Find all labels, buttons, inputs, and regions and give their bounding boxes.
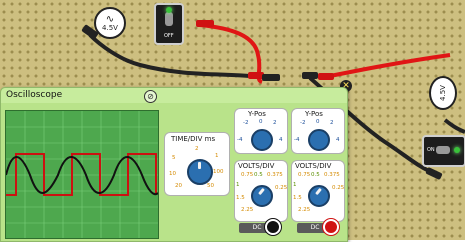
timebase-tick: 5	[172, 155, 176, 161]
ypos-tick: -2	[243, 120, 249, 126]
switch-2[interactable]: ON	[422, 135, 465, 167]
volts-right-label: VOLTS/DIV	[295, 162, 332, 170]
volts-tick: 0.25	[275, 185, 288, 191]
plug-black-3[interactable]	[302, 72, 318, 79]
timebase-knob[interactable]	[187, 159, 213, 185]
volts-right-knob[interactable]	[308, 185, 330, 207]
switch-2-led	[454, 147, 460, 153]
volts-tick: 2.25	[298, 207, 311, 213]
volts-tick: 0.375	[267, 172, 283, 178]
close-icon[interactable]: ⊘	[144, 90, 157, 103]
plug-red-1[interactable]	[196, 20, 214, 27]
volts-left-knob[interactable]	[251, 185, 273, 207]
ypos-tick: 4	[279, 137, 283, 143]
ypos-right-panel: Y-Pos -2 0 2 -4 4	[291, 108, 345, 154]
volts-tick: 0.75	[241, 172, 254, 178]
volts-tick: 0.25	[332, 185, 345, 191]
ypos-tick: 0	[316, 119, 320, 125]
oscilloscope-title: Oscilloscope	[6, 90, 63, 100]
ypos-tick: -4	[237, 137, 243, 143]
volts-tick: 1	[236, 182, 240, 188]
sine-icon: ∿	[105, 13, 115, 25]
volts-left-panel: VOLTS/DIV 0.5 1 0.75 0.375 1.5 0.25 2.25	[234, 160, 288, 222]
ypos-tick: 2	[330, 120, 334, 126]
ypos-left-panel: Y-Pos -2 0 2 -4 4	[234, 108, 288, 154]
ac-supply[interactable]: ∿ 4.5V	[94, 7, 126, 39]
plug-red-3[interactable]	[318, 73, 334, 80]
dc-supply-label: 4.5V	[438, 85, 447, 101]
switch-2-lever[interactable]	[436, 146, 450, 154]
volts-right-panel: VOLTS/DIV 0.5 1 0.75 0.375 1.5 0.25 2.25	[291, 160, 345, 222]
volts-tick: 0.75	[298, 172, 311, 178]
timebase-label: TIME/DIV ms	[171, 135, 216, 143]
scope-screen	[5, 110, 159, 239]
volts-tick: 1.5	[236, 195, 245, 201]
scope-traces	[5, 111, 159, 238]
ypos-left-label: Y-Pos	[248, 110, 266, 118]
timebase-tick: 50	[207, 183, 214, 189]
switch-2-label: ON	[427, 147, 435, 153]
switch-1-label: OFF	[164, 33, 174, 39]
timebase-tick: 20	[175, 183, 182, 189]
volts-left-label: VOLTS/DIV	[238, 162, 275, 170]
timebase-tick: 1	[215, 153, 219, 159]
volts-tick: 0.5	[311, 172, 320, 178]
timebase-tick: 2	[195, 146, 199, 152]
channel-left-toggle[interactable]	[265, 219, 281, 235]
ypos-tick: 0	[259, 119, 263, 125]
ypos-left-knob[interactable]	[251, 129, 273, 151]
switch-1-led	[166, 7, 172, 13]
timebase-tick: 100	[213, 169, 224, 175]
ypos-tick: -2	[300, 120, 306, 126]
volts-tick: 2.25	[241, 207, 254, 213]
ypos-right-label: Y-Pos	[305, 110, 323, 118]
volts-tick: 1	[293, 182, 297, 188]
plug-black-2[interactable]	[262, 74, 280, 81]
switch-1[interactable]: OFF	[154, 3, 184, 45]
timebase-tick: 10	[169, 171, 176, 177]
ac-supply-label: 4.5V	[102, 23, 118, 32]
volts-tick: 0.5	[254, 172, 263, 178]
ypos-tick: -4	[294, 137, 300, 143]
ypos-right-knob[interactable]	[308, 129, 330, 151]
ypos-tick: 2	[273, 120, 277, 126]
volts-tick: 0.375	[324, 172, 340, 178]
dc-supply[interactable]: 4.5V	[429, 76, 457, 110]
switch-1-lever[interactable]	[165, 12, 173, 26]
timebase-panel: TIME/DIV ms 5 2 1 10 100 20 50	[164, 132, 230, 196]
volts-tick: 1.5	[293, 195, 302, 201]
channel-right-toggle[interactable]	[323, 219, 339, 235]
ypos-tick: 4	[336, 137, 340, 143]
oscilloscope-window[interactable]: Oscilloscope ⊘ TIME/DIV ms 5 2 1 10 100 …	[0, 87, 348, 242]
